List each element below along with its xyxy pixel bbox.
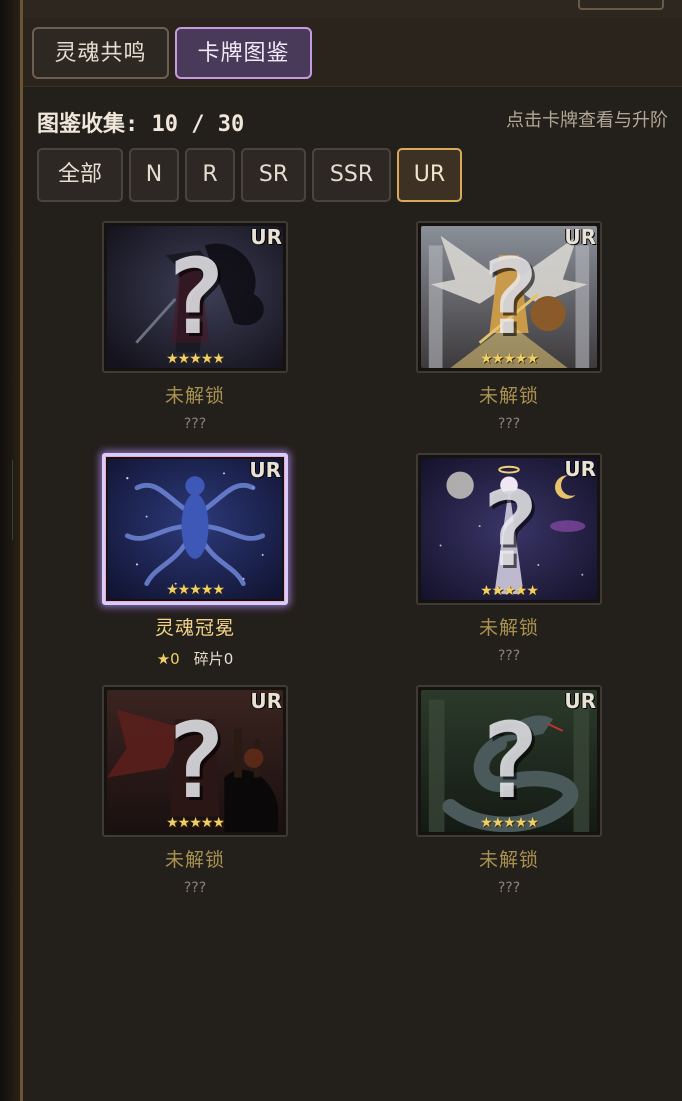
top-bar [23, 0, 682, 19]
card-subtext: ??? [497, 648, 521, 664]
card-item[interactable]: ? UR ★★★★★ 未解锁 ??? [102, 685, 288, 896]
locked-question-mark: ? [477, 468, 541, 590]
filter-n[interactable]: N [129, 148, 179, 202]
card-name: 灵魂冠冕 [154, 617, 235, 639]
rarity-badge: UR [564, 225, 596, 249]
locked-question-mark: ? [477, 700, 541, 822]
locked-question-mark: ? [477, 236, 541, 358]
rarity-badge: UR [250, 225, 282, 249]
card-stars: ★★★★★ [480, 583, 539, 599]
card-subtext: ??? [497, 880, 521, 896]
top-close-button[interactable] [578, 0, 664, 10]
card-frame[interactable]: UR ★★★★★ [102, 453, 288, 605]
rarity-badge: UR [250, 689, 282, 713]
card-subtext: ??? [183, 416, 207, 432]
collection-hint: 点击卡牌查看与升阶 [506, 110, 668, 131]
locked-question-mark: ? [163, 700, 227, 822]
filter-all[interactable]: 全部 [37, 148, 123, 202]
card-item[interactable]: ? UR ★★★★★ 未解锁 ??? [102, 221, 288, 432]
card-frame[interactable]: ? UR ★★★★★ [102, 221, 288, 373]
card-frame[interactable]: ? UR ★★★★★ [416, 685, 602, 837]
collection-progress: 图鉴收集: 10 / 30 [37, 112, 245, 137]
edge-marker [12, 460, 19, 540]
card-subtext: ??? [497, 416, 521, 432]
tab-card-codex[interactable]: 卡牌图鉴 [175, 27, 312, 79]
card-name: 未解锁 [478, 849, 539, 871]
card-frame[interactable]: ? UR ★★★★★ [416, 221, 602, 373]
card-item[interactable]: UR ★★★★★ 灵魂冠冕 ★0 碎片0 [102, 453, 288, 669]
card-item[interactable]: ? UR ★★★★★ 未解锁 ??? [416, 221, 602, 432]
card-subtext: ★0 碎片0 [102, 648, 288, 669]
rarity-badge: UR [249, 458, 281, 482]
rarity-badge: UR [564, 457, 596, 481]
card-subtext: ??? [183, 880, 207, 896]
filter-ur[interactable]: UR [397, 148, 462, 202]
tab-bar: 灵魂共鸣 卡牌图鉴 [23, 18, 682, 87]
card-stars: ★★★★★ [166, 815, 225, 831]
card-stars: ★★★★★ [480, 815, 539, 831]
card-stars: ★★★★★ [480, 351, 539, 367]
card-frame[interactable]: ? UR ★★★★★ [416, 453, 602, 605]
locked-question-mark: ? [163, 236, 227, 358]
card-stars: ★★★★★ [166, 351, 225, 367]
rarity-badge: UR [564, 689, 596, 713]
collection-header: 图鉴收集: 10 / 30 点击卡牌查看与升阶 [37, 100, 668, 140]
card-stars: ★★★★★ [166, 582, 225, 598]
card-item[interactable]: ? UR ★★★★★ 未解锁 ??? [416, 685, 602, 896]
card-shards: 碎片0 [193, 650, 234, 668]
filter-ssr[interactable]: SSR [312, 148, 391, 202]
card-name: 未解锁 [164, 385, 225, 407]
card-item[interactable]: ? UR ★★★★★ 未解锁 ??? [416, 453, 602, 664]
card-star-level: ★0 [156, 650, 180, 668]
left-edge-strip [0, 0, 20, 1101]
card-frame[interactable]: ? UR ★★★★★ [102, 685, 288, 837]
card-name: 未解锁 [478, 385, 539, 407]
filter-sr[interactable]: SR [241, 148, 306, 202]
card-name: 未解锁 [478, 617, 539, 639]
filter-r[interactable]: R [185, 148, 235, 202]
card-name: 未解锁 [164, 849, 225, 871]
codex-panel: 灵魂共鸣 卡牌图鉴 图鉴收集: 10 / 30 点击卡牌查看与升阶 全部 N R… [20, 0, 682, 1101]
tab-soul-resonance[interactable]: 灵魂共鸣 [32, 27, 169, 79]
